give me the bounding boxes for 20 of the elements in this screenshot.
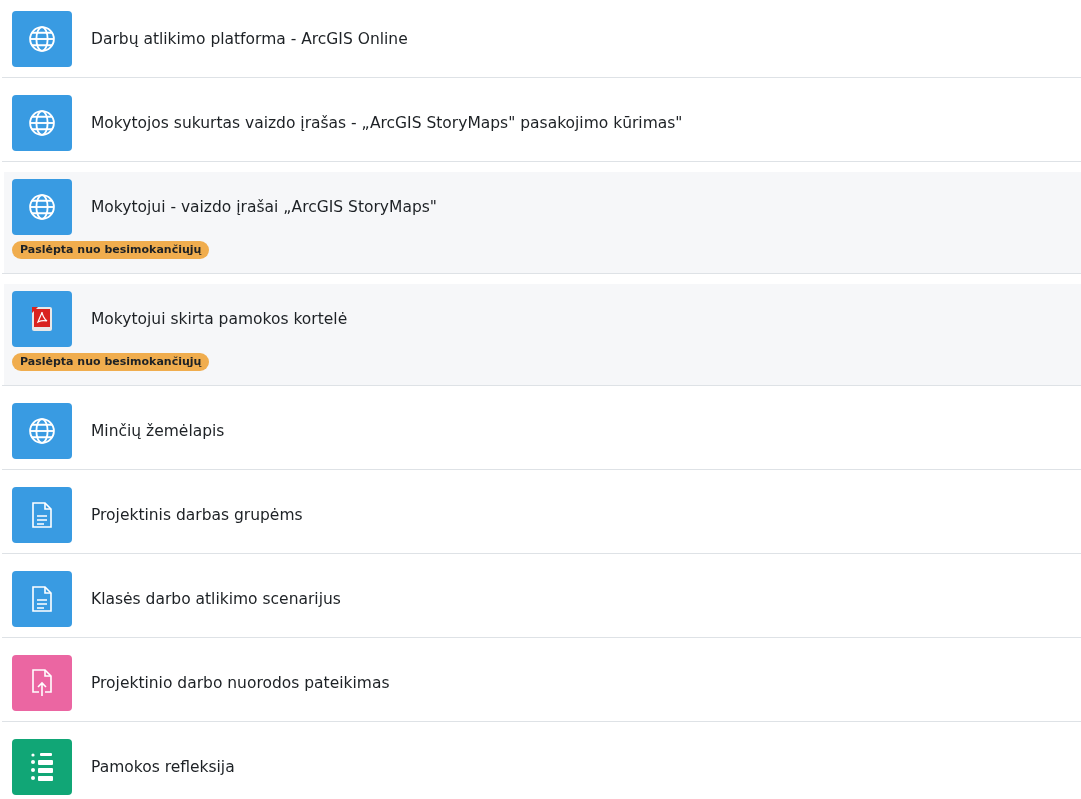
activity-link[interactable]: Projektinio darbo nuorodos pateikimas — [91, 674, 390, 692]
activity-link[interactable]: Mokytojos sukurtas vaizdo įrašas - „ArcGIS StoryMaps" pasakojimo kūrimas" — [91, 114, 683, 132]
activity-link[interactable]: Darbų atlikimo platforma - ArcGIS Online — [91, 30, 408, 48]
activity-link[interactable]: Mokytojui skirta pamokos kortelė — [91, 310, 348, 328]
visibility-badge: Paslėpta nuo besimokančiųjų — [12, 241, 210, 259]
globe-icon — [27, 24, 57, 54]
activity-link[interactable]: Projektinis darbas grupėms — [91, 506, 303, 524]
file-upload-icon — [31, 668, 53, 698]
globe-icon — [27, 416, 57, 446]
globe-icon — [27, 108, 57, 138]
activity-link[interactable]: Klasės darbo atlikimo scenarijus — [91, 590, 341, 608]
pdf-file-icon — [29, 305, 55, 333]
activity-link[interactable]: Mokytojui - vaizdo įrašai „ArcGIS StoryMaps" — [91, 198, 437, 216]
checklist-icon — [29, 752, 55, 782]
visibility-badge: Paslėpta nuo besimokančiųjų — [12, 353, 210, 371]
document-icon — [31, 501, 53, 529]
globe-icon — [27, 192, 57, 222]
document-icon — [31, 585, 53, 613]
activity-link[interactable]: Minčių žemėlapis — [91, 422, 225, 440]
activity-link[interactable]: Pamokos refleksija — [91, 758, 235, 776]
